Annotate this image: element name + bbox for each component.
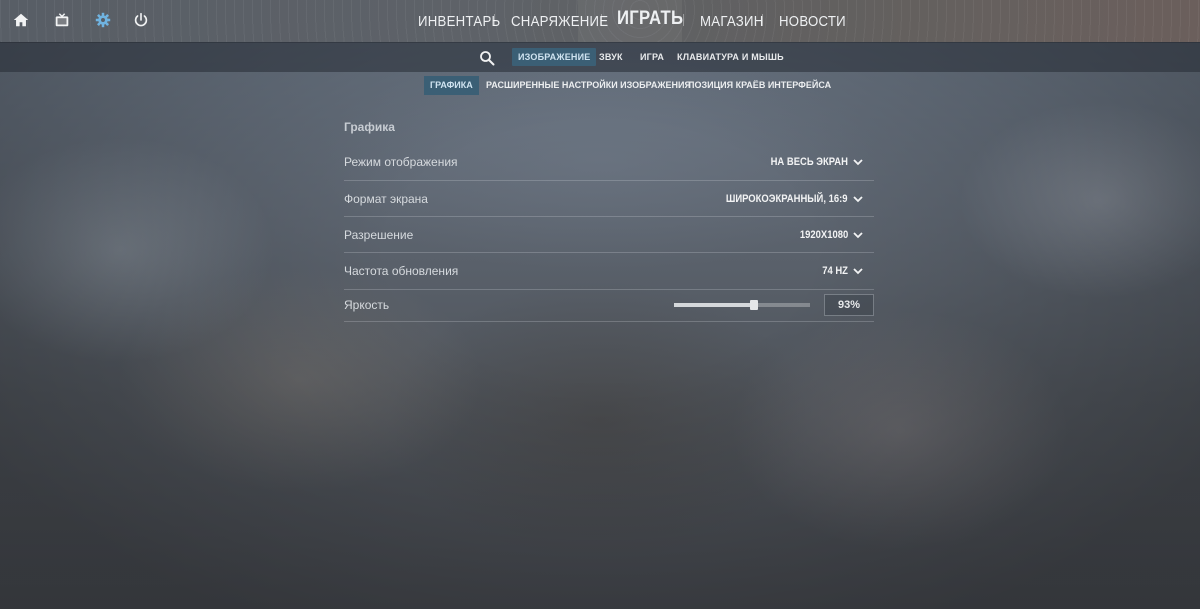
aspect-ratio-dropdown[interactable]: ШИРОКОЭКРАННЫЙ, 16:9 [706, 189, 864, 209]
slider-handle[interactable] [750, 300, 758, 310]
chevron-down-icon [853, 268, 863, 275]
nav-separator [762, 14, 763, 26]
refresh-rate-dropdown[interactable]: 74 HZ [818, 261, 864, 281]
tab-keyboard-mouse[interactable]: КЛАВИАТУРА И МЫШЬ [671, 48, 790, 66]
dropdown-value: НА ВЕСЬ ЭКРАН [770, 156, 848, 168]
nav-separator [494, 14, 495, 26]
setting-row-resolution: Разрешение 1920X1080 [344, 217, 874, 253]
chevron-down-icon [853, 196, 863, 203]
nav-separator [683, 14, 684, 26]
setting-row-refresh-rate: Частота обновления 74 HZ [344, 253, 874, 290]
section-title: Графика [344, 120, 395, 134]
setting-label: Яркость [344, 298, 390, 312]
brightness-slider[interactable] [674, 300, 810, 310]
dropdown-value: ШИРОКОЭКРАННЫЙ, 16:9 [726, 193, 848, 205]
setting-row-display-mode: Режим отображения НА ВЕСЬ ЭКРАН [344, 144, 874, 181]
setting-label: Формат экрана [344, 192, 428, 206]
setting-label: Частота обновления [344, 264, 459, 278]
subtab-hud-edge-position[interactable]: ПОЗИЦИЯ КРАЁВ ИНТЕРФЕЙСА [682, 76, 837, 95]
chevron-down-icon [853, 159, 863, 166]
main-navigation: ИНВЕНТАРЬ СНАРЯЖЕНИЕ ИГРАТЬ МАГАЗИН НОВО… [0, 0, 1200, 42]
nav-loadout[interactable]: СНАРЯЖЕНИЕ [511, 0, 608, 42]
tab-audio[interactable]: ЗВУК [593, 48, 629, 66]
nav-inventory[interactable]: ИНВЕНТАРЬ [418, 0, 500, 42]
dropdown-value: 1920X1080 [799, 229, 848, 241]
display-mode-dropdown[interactable]: НА ВЕСЬ ЭКРАН [758, 152, 864, 172]
setting-row-aspect-ratio: Формат экрана ШИРОКОЭКРАННЫЙ, 16:9 [344, 181, 874, 217]
nav-store[interactable]: МАГАЗИН [700, 0, 764, 42]
subtab-advanced-video[interactable]: РАСШИРЕННЫЕ НАСТРОЙКИ ИЗОБРАЖЕНИЯ [480, 76, 697, 95]
slider-fill [674, 303, 754, 307]
search-icon[interactable] [479, 50, 495, 66]
nav-play[interactable]: ИГРАТЬ [617, 0, 683, 40]
nav-news[interactable]: НОВОСТИ [779, 0, 846, 42]
nav-separator [601, 14, 602, 26]
tab-video[interactable]: ИЗОБРАЖЕНИЕ [512, 48, 597, 66]
dropdown-value: 74 HZ [822, 265, 848, 277]
brightness-value-input[interactable]: 93% [824, 294, 874, 316]
subtab-graphics[interactable]: ГРАФИКА [424, 76, 479, 95]
resolution-dropdown[interactable]: 1920X1080 [792, 225, 864, 245]
tab-game[interactable]: ИГРА [634, 48, 670, 66]
chevron-down-icon [853, 232, 863, 239]
setting-label: Режим отображения [344, 155, 458, 169]
setting-label: Разрешение [344, 228, 414, 242]
setting-row-brightness: Яркость 93% [344, 290, 874, 322]
